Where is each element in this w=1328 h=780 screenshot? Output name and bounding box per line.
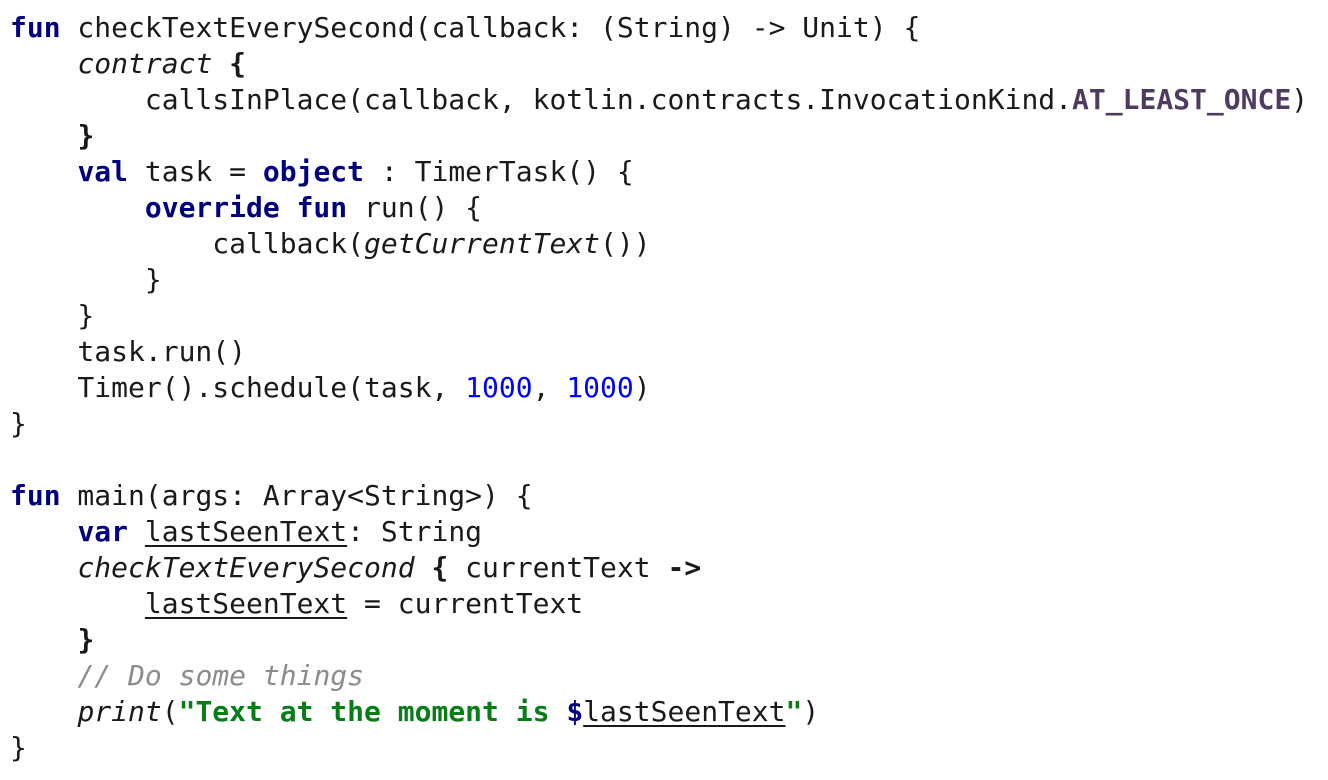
code-line[interactable]: callback(getCurrentText()) [10,226,651,262]
code-text: : String [347,515,483,548]
code-text: task = [128,155,263,188]
code-line[interactable]: } [10,118,94,154]
code-line[interactable]: print("Text at the moment is $lastSeenTe… [10,694,819,730]
code-text: main(args: Array<String>) { [60,479,533,512]
code-text: Timer().schedule(task, [10,371,466,404]
keyword-token: fun [10,11,61,44]
code-text: ( [161,695,179,728]
code-text: ) [1291,83,1309,116]
code-line[interactable]: checkTextEverySecond { currentText -> [10,550,701,586]
code-line[interactable]: Timer().schedule(task, 1000, 1000) [10,370,651,406]
brace-token: { [431,551,449,584]
string-token: "Text at the moment is [178,695,567,728]
code-text: } [10,731,27,764]
code-line[interactable]: lastSeenText = currentText [10,586,583,622]
code-line[interactable]: var lastSeenText: String [10,514,482,550]
code-line[interactable]: } [10,406,27,442]
keyword-token: fun [296,191,348,224]
template-token: $ [566,695,584,728]
code-line[interactable]: } [10,298,94,334]
function-call-token: checkTextEverySecond [77,551,415,584]
string-token: " [785,695,803,728]
brace-token: } [77,623,95,656]
code-line[interactable]: task.run() [10,334,246,370]
code-line[interactable]: contract { [10,46,246,82]
keyword-token: override [144,191,280,224]
code-text: ()) [600,227,651,260]
brace-token: -> [667,551,702,584]
code-text: run() { [347,191,483,224]
code-line[interactable]: } [10,730,27,766]
code-text: } [10,407,27,440]
number-token: 1000 [566,371,634,404]
variable-token: lastSeenText [144,515,348,548]
code-line[interactable]: } [10,622,94,658]
function-call-token: print [77,695,162,728]
code-text: checkTextEverySecond(callback: (String) … [60,11,921,44]
code-text: task.run() [10,335,247,368]
code-text: = currentText [347,587,584,620]
code-text: callsInPlace(callback, kotlin.contracts.… [10,83,1073,116]
code-line[interactable]: callsInPlace(callback, kotlin.contracts.… [10,82,1308,118]
code-text: : TimerTask() { [364,155,634,188]
code-text: } [10,263,162,296]
code-line[interactable]: fun checkTextEverySecond(callback: (Stri… [10,10,920,46]
code-text: ) [633,371,651,404]
variable-token: lastSeenText [583,695,786,728]
code-text: ) [802,695,820,728]
code-line[interactable]: // Do some things [10,658,364,694]
code-text: currentText [448,551,668,584]
code-line[interactable]: override fun run() { [10,190,482,226]
function-call-token: contract [77,47,213,80]
code-editor[interactable]: fun checkTextEverySecond(callback: (Stri… [10,10,1320,772]
keyword-token: val [77,155,129,188]
code-text: callback( [10,227,365,260]
number-token: 1000 [465,371,533,404]
brace-token: } [77,119,95,152]
keyword-token: var [77,515,129,548]
variable-token: lastSeenText [144,587,348,620]
code-line[interactable]: val task = object : TimerTask() { [10,154,634,190]
code-text: } [10,299,95,332]
code-line[interactable]: } [10,262,162,298]
enum-constant-token: AT_LEAST_ONCE [1072,83,1292,116]
function-call-token: getCurrentText [364,227,601,260]
code-text: , [532,371,567,404]
code-line[interactable]: fun main(args: Array<String>) { [10,478,533,514]
keyword-token: object [262,155,365,188]
comment-token: // Do some things [77,659,365,692]
keyword-token: fun [10,479,61,512]
brace-token: { [229,47,247,80]
